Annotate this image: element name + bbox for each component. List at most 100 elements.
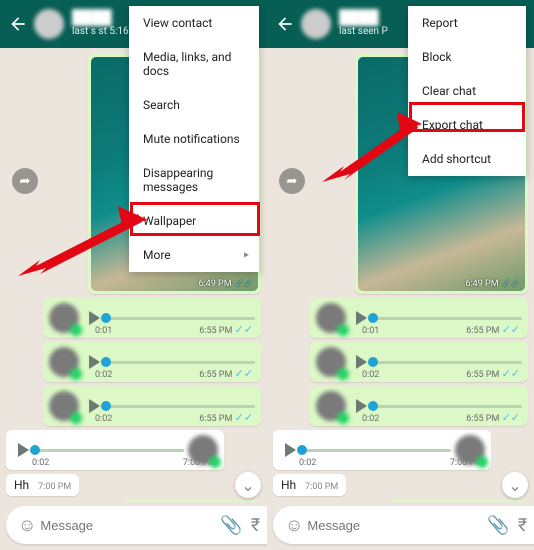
voice-message[interactable]: 0:02 6:55 PM ✓✓ bbox=[310, 342, 528, 382]
message-time: 6:55 PM ✓✓ bbox=[199, 411, 253, 424]
chevron-down-icon: ⌄ bbox=[508, 476, 521, 495]
menu-add-shortcut[interactable]: Add shortcut bbox=[408, 142, 526, 176]
forward-icon[interactable]: ➦ bbox=[279, 168, 305, 194]
voice-avatar bbox=[316, 391, 346, 421]
message-input[interactable] bbox=[307, 518, 483, 533]
menu-mute-notifications[interactable]: Mute notifications bbox=[129, 122, 259, 156]
mic-badge-icon bbox=[337, 368, 349, 380]
emoji-icon[interactable]: ☺ bbox=[285, 515, 303, 536]
menu-block[interactable]: Block bbox=[408, 40, 526, 74]
voice-thumb[interactable] bbox=[368, 313, 378, 323]
menu-export-chat[interactable]: Export chat bbox=[408, 108, 526, 142]
message-pill: ☺ 📎 ₹ ◉ bbox=[6, 506, 267, 544]
voice-duration: 0:02 bbox=[32, 458, 49, 468]
voice-duration: 0:01 bbox=[362, 326, 379, 336]
attach-icon[interactable]: 📎 bbox=[220, 515, 242, 536]
play-icon[interactable] bbox=[285, 443, 296, 457]
mic-badge-icon bbox=[70, 412, 82, 424]
menu-search[interactable]: Search bbox=[129, 88, 259, 122]
menu-more[interactable]: More▸ bbox=[129, 238, 259, 272]
voice-thumb[interactable] bbox=[101, 401, 111, 411]
scroll-down-button[interactable]: ⌄ bbox=[235, 472, 261, 498]
mic-badge-icon bbox=[476, 456, 488, 468]
voice-message[interactable]: 0:02 6:55 PM ✓✓ bbox=[43, 342, 261, 382]
text-message-incoming[interactable]: Hh 7:00 PM bbox=[6, 474, 79, 496]
play-icon[interactable] bbox=[356, 311, 367, 325]
menu-media-links-docs[interactable]: Media, links, and docs bbox=[129, 40, 259, 88]
voice-message[interactable]: 0:02 6:55 PM ✓✓ bbox=[310, 386, 528, 426]
back-icon[interactable] bbox=[8, 14, 28, 34]
input-bar: ☺ 📎 ₹ ◉ 🎤 bbox=[273, 506, 528, 544]
back-icon[interactable] bbox=[275, 14, 295, 34]
attach-icon[interactable]: 📎 bbox=[487, 515, 509, 536]
avatar[interactable] bbox=[301, 9, 331, 39]
reply-message[interactable]: 7:07 PM✓✓ bbox=[121, 500, 261, 502]
play-icon[interactable] bbox=[89, 399, 100, 413]
voice-track[interactable] bbox=[373, 361, 522, 364]
voice-thumb[interactable] bbox=[101, 357, 111, 367]
mic-badge-icon bbox=[337, 412, 349, 424]
voice-track[interactable] bbox=[373, 317, 522, 320]
play-icon[interactable] bbox=[356, 355, 367, 369]
voice-thumb[interactable] bbox=[297, 445, 307, 455]
voice-avatar bbox=[49, 391, 79, 421]
menu-wallpaper[interactable]: Wallpaper bbox=[129, 204, 259, 238]
message-time: 6:55 PM ✓✓ bbox=[199, 367, 253, 380]
mic-badge-icon bbox=[337, 324, 349, 336]
text-message-incoming[interactable]: Hh 7:00 PM bbox=[273, 474, 346, 496]
mic-badge-icon bbox=[70, 324, 82, 336]
voice-thumb[interactable] bbox=[368, 357, 378, 367]
screenshot-right: ████ last seen P Report Block Clear chat… bbox=[267, 0, 534, 550]
text-content: Hh bbox=[281, 478, 296, 492]
avatar[interactable] bbox=[34, 9, 64, 39]
voice-track[interactable] bbox=[106, 361, 255, 364]
read-ticks-icon: ✓✓ bbox=[235, 323, 253, 336]
reply-message[interactable]: 7:07 PM✓✓ bbox=[388, 500, 528, 502]
voice-track[interactable] bbox=[106, 317, 255, 320]
message-time: 6:55 PM ✓✓ bbox=[466, 323, 520, 336]
read-ticks-icon: ✓✓ bbox=[235, 411, 253, 424]
payment-icon[interactable]: ₹ bbox=[518, 515, 527, 536]
payment-icon[interactable]: ₹ bbox=[251, 515, 260, 536]
emoji-icon[interactable]: ☺ bbox=[18, 515, 36, 536]
mic-badge-icon bbox=[70, 368, 82, 380]
menu-report[interactable]: Report bbox=[408, 6, 526, 40]
overflow-menu: View contact Media, links, and docs Sear… bbox=[129, 6, 259, 272]
read-ticks-icon: ✓✓ bbox=[502, 411, 520, 424]
voice-thumb[interactable] bbox=[30, 445, 40, 455]
overflow-menu-more: Report Block Clear chat Export chat Add … bbox=[408, 6, 526, 176]
voice-avatar bbox=[316, 303, 346, 333]
forward-icon[interactable]: ➦ bbox=[12, 168, 38, 194]
chevron-down-icon: ⌄ bbox=[241, 476, 254, 495]
voice-message[interactable]: 0:02 6:55 PM ✓✓ bbox=[43, 386, 261, 426]
voice-track[interactable] bbox=[373, 405, 522, 408]
menu-view-contact[interactable]: View contact bbox=[129, 6, 259, 40]
voice-track[interactable] bbox=[302, 449, 451, 452]
message-time: 6:55 PM ✓✓ bbox=[466, 411, 520, 424]
scroll-down-button[interactable]: ⌄ bbox=[502, 472, 528, 498]
read-ticks-icon: ✓✓ bbox=[502, 367, 520, 380]
voice-thumb[interactable] bbox=[368, 401, 378, 411]
voice-track[interactable] bbox=[106, 405, 255, 408]
message-time: 6:55 PM ✓✓ bbox=[199, 323, 253, 336]
voice-duration: 0:02 bbox=[299, 458, 316, 468]
voice-message[interactable]: 0:01 6:55 PM ✓✓ bbox=[43, 298, 261, 338]
play-icon[interactable] bbox=[89, 311, 100, 325]
voice-message-incoming[interactable]: 0:02 7:00 PM bbox=[273, 430, 491, 470]
voice-thumb[interactable] bbox=[101, 313, 111, 323]
voice-message[interactable]: 0:01 6:55 PM ✓✓ bbox=[310, 298, 528, 338]
message-input[interactable] bbox=[40, 518, 216, 533]
voice-track[interactable] bbox=[35, 449, 184, 452]
menu-disappearing-messages[interactable]: Disappearing messages bbox=[129, 156, 259, 204]
voice-avatar bbox=[455, 435, 485, 465]
play-icon[interactable] bbox=[356, 399, 367, 413]
voice-duration: 0:02 bbox=[95, 370, 112, 380]
voice-message-incoming[interactable]: 0:02 7:00 PM bbox=[6, 430, 224, 470]
play-icon[interactable] bbox=[89, 355, 100, 369]
menu-clear-chat[interactable]: Clear chat bbox=[408, 74, 526, 108]
message-pill: ☺ 📎 ₹ ◉ bbox=[273, 506, 534, 544]
play-icon[interactable] bbox=[18, 443, 29, 457]
voice-avatar bbox=[49, 303, 79, 333]
read-ticks-icon: ✓✓ bbox=[502, 277, 520, 290]
voice-duration: 0:02 bbox=[362, 370, 379, 380]
